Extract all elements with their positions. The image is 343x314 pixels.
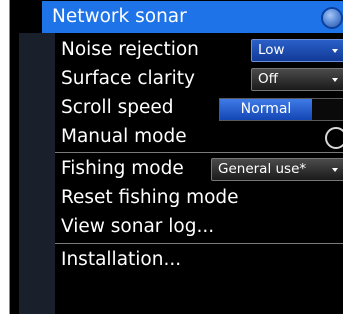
chevron-down-icon [332, 49, 338, 53]
menu-item-scroll-speed[interactable]: Scroll speed Normal [19, 93, 343, 122]
surface-clarity-dropdown[interactable]: Off [251, 68, 343, 91]
menu-item-manual-mode[interactable]: Manual mode [19, 122, 343, 151]
manual-mode-radio[interactable] [325, 127, 343, 149]
noise-rejection-dropdown[interactable]: Low [251, 39, 343, 62]
dropdown-value: General use* [218, 161, 307, 177]
menu-item-surface-clarity[interactable]: Surface clarity Off [19, 64, 343, 93]
menu-item-label: Installation... [61, 249, 182, 270]
slider-value: Normal [240, 101, 292, 117]
fishing-mode-dropdown[interactable]: General use* [211, 158, 343, 181]
divider [55, 243, 343, 244]
menu-item-label: Manual mode [61, 126, 187, 147]
menu-item-installation[interactable]: Installation... [19, 245, 343, 274]
chevron-down-icon [332, 78, 338, 82]
menu-item-reset-fishing-mode[interactable]: Reset fishing mode [19, 183, 343, 212]
divider [55, 152, 343, 153]
network-sonar-toggle[interactable] [323, 9, 341, 27]
dropdown-value: Low [258, 42, 285, 58]
menu-item-label: View sonar log... [61, 216, 215, 237]
menu-item-label: Network sonar [52, 6, 187, 27]
menu-item-noise-rejection[interactable]: Noise rejection Low [19, 35, 343, 64]
scroll-speed-slider[interactable]: Normal [219, 98, 343, 121]
dropdown-value: Off [258, 71, 278, 87]
menu-item-label: Surface clarity [61, 68, 195, 89]
menu-item-label: Reset fishing mode [61, 187, 239, 208]
menu-item-fishing-mode[interactable]: Fishing mode General use* [19, 154, 343, 183]
chevron-down-icon [332, 168, 338, 172]
menu-item-label: Noise rejection [61, 39, 199, 60]
menu-item-label: Fishing mode [61, 158, 184, 179]
menu-item-view-sonar-log[interactable]: View sonar log... [19, 212, 343, 241]
sonar-settings-menu: Network sonar Noise rejection Low Surfac… [9, 0, 343, 314]
menu-item-label: Scroll speed [61, 97, 174, 118]
menu-item-network-sonar[interactable]: Network sonar [42, 1, 343, 33]
